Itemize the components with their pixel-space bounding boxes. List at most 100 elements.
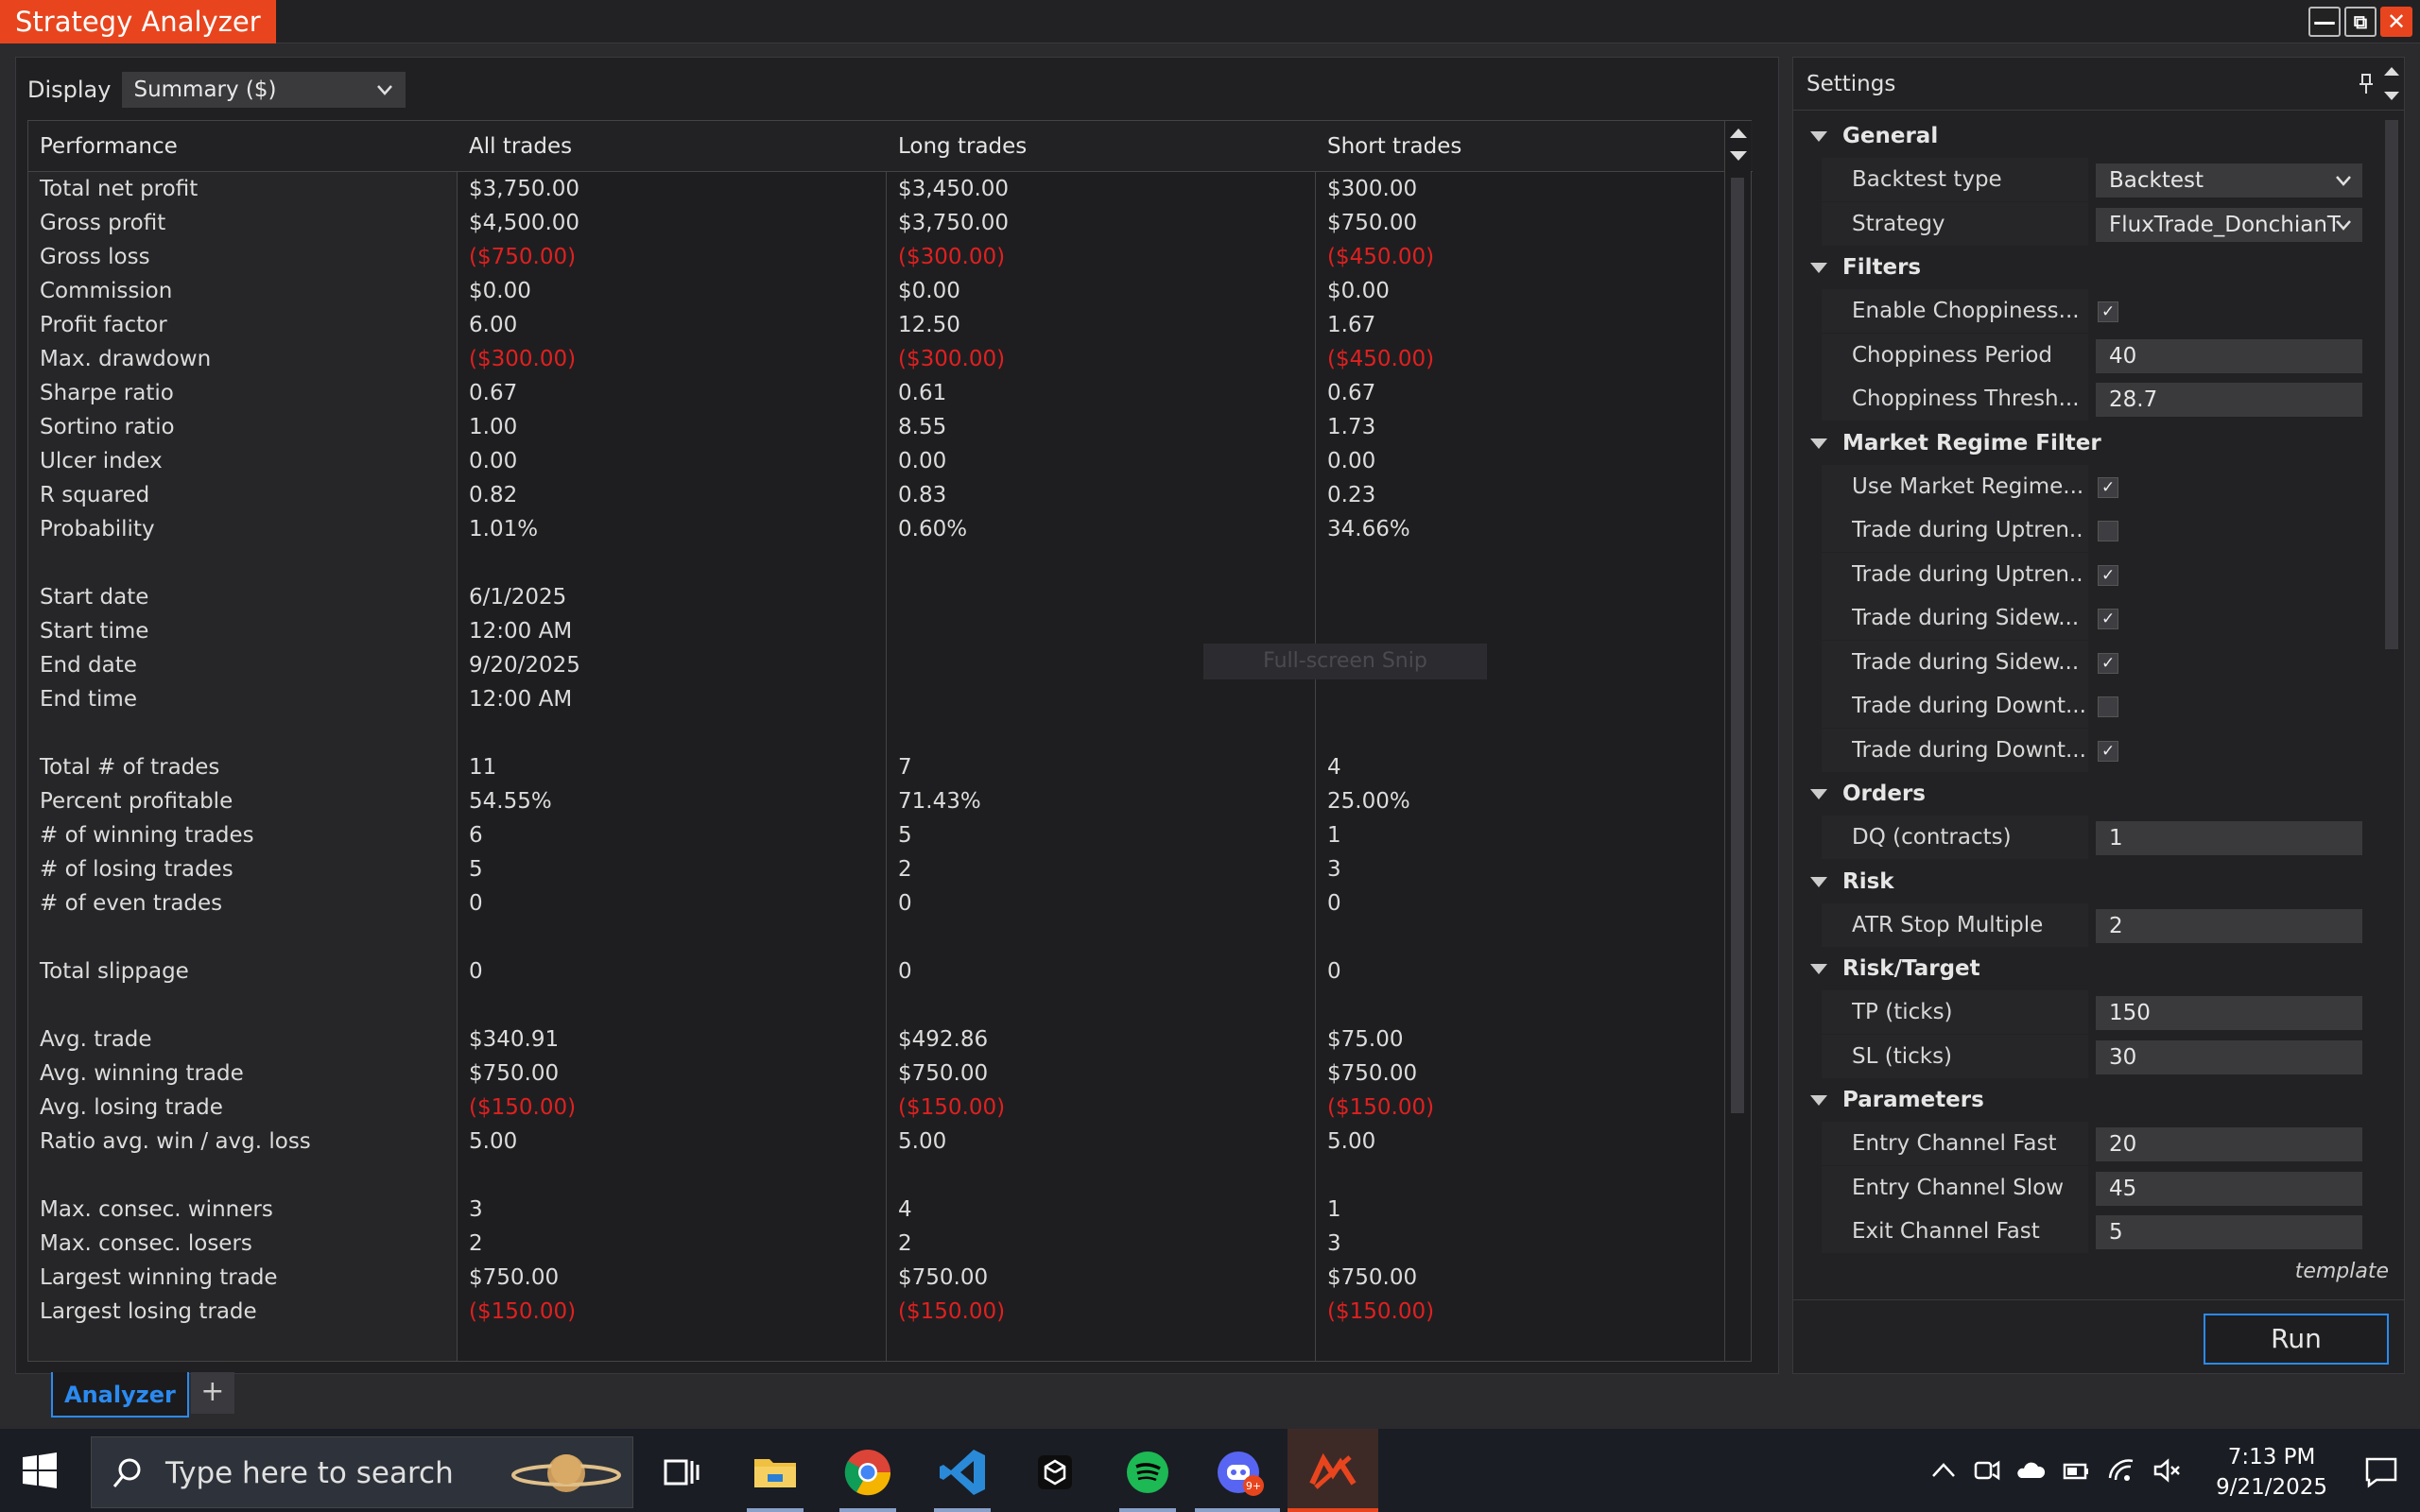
template-label[interactable]: template [2295, 1260, 2389, 1283]
collapse-triangle-icon[interactable] [1810, 438, 1827, 449]
property-row: Choppiness Thresh... 28.7 [1793, 377, 2379, 421]
header-long-trades[interactable]: Long trades [898, 121, 1027, 172]
app-cube-icon[interactable] [1028, 1446, 1081, 1499]
metric-value: ($150.00) [898, 1095, 1006, 1120]
property-grid: General Backtest type Backtest Strategy Flux… [1793, 114, 2379, 1296]
property-checkbox[interactable]: ✓ [2098, 609, 2118, 629]
scroll-thumb[interactable] [1731, 178, 1744, 1113]
metric-value: $750.00 [1327, 1061, 1418, 1086]
windows-start-icon[interactable] [21, 1452, 59, 1489]
property-checkbox[interactable] [2098, 521, 2118, 541]
property-checkbox[interactable]: ✓ [2098, 476, 2118, 498]
property-checkbox[interactable]: ✓ [2098, 740, 2118, 762]
collapse-triangle-icon[interactable] [1810, 789, 1827, 799]
settings-category[interactable]: Risk [1793, 860, 2379, 903]
spotify-open-indicator [1119, 1508, 1176, 1512]
settings-category[interactable]: Market Regime Filter [1793, 421, 2379, 465]
collapse-triangle-icon[interactable] [1810, 876, 1827, 887]
tab-analyzer[interactable]: Analyzer [51, 1372, 189, 1418]
settings-category[interactable]: General [1793, 114, 2379, 158]
taskbar-clock[interactable]: 7:13 PM 9/21/2025 [2216, 1442, 2327, 1503]
chevron-up-icon[interactable] [1928, 1455, 1959, 1486]
chrome-icon[interactable] [841, 1446, 894, 1499]
file-explorer-icon[interactable] [749, 1446, 802, 1499]
property-label: Exit Channel Fast [1852, 1219, 2040, 1244]
trading-app-icon[interactable] [1306, 1446, 1359, 1499]
property-value: Backtest [2109, 168, 2204, 193]
vscode-icon[interactable] [936, 1446, 989, 1499]
metric-label: # of winning trades [40, 823, 254, 848]
property-input[interactable]: 30 [2096, 1040, 2362, 1074]
task-view-icon[interactable] [654, 1446, 707, 1499]
taskbar-search[interactable]: Type here to search [91, 1436, 633, 1508]
scroll-thumb[interactable] [2385, 120, 2398, 649]
speaker-muted-icon[interactable] [2152, 1455, 2182, 1486]
spotify-icon[interactable] [1121, 1446, 1174, 1499]
metric-label: Max. consec. winners [40, 1197, 273, 1222]
scroll-up-icon[interactable] [2384, 67, 2399, 76]
minimize-button[interactable]: — [2308, 7, 2341, 37]
header-short-trades[interactable]: Short trades [1327, 121, 1461, 172]
performance-grid: Performance All trades Long trades Short… [27, 120, 1753, 1362]
metric-label: # of losing trades [40, 857, 233, 882]
close-button[interactable]: ✕ [2380, 7, 2412, 37]
meet-now-icon[interactable] [1972, 1455, 2002, 1486]
wifi-icon[interactable] [2106, 1455, 2136, 1486]
settings-category[interactable]: Parameters [1793, 1078, 2379, 1122]
add-tab-button[interactable]: + [190, 1372, 234, 1414]
pin-icon[interactable] [2357, 73, 2376, 95]
collapse-triangle-icon[interactable] [1810, 131, 1827, 142]
metric-label: End time [40, 687, 137, 712]
header-performance[interactable]: Performance [40, 121, 178, 172]
onedrive-cloud-icon[interactable] [2015, 1455, 2046, 1486]
chevron-down-icon [2336, 219, 2351, 231]
property-input[interactable]: 2 [2096, 908, 2362, 943]
metric-value: 0 [469, 959, 483, 984]
metric-label: Start time [40, 619, 149, 644]
property-select[interactable]: FluxTrade_DonchianT [2096, 207, 2362, 242]
property-checkbox[interactable]: ✓ [2098, 564, 2118, 586]
scroll-down-icon[interactable] [1730, 151, 1747, 161]
restore-button[interactable]: ⧉ [2344, 7, 2377, 37]
notification-icon[interactable] [2363, 1453, 2399, 1489]
checkmark-icon: ✓ [2101, 741, 2116, 761]
metric-value: $750.00 [469, 1265, 560, 1290]
table-row: Max. drawdown ($300.00) ($300.00) ($450.00) [28, 342, 1753, 376]
grid-scrollbar[interactable] [1724, 121, 1751, 1361]
metric-value: 0 [1327, 959, 1341, 984]
metric-value: 3 [1327, 857, 1341, 882]
discord-icon[interactable]: 9+ [1214, 1446, 1267, 1499]
explorer-open-indicator [747, 1508, 804, 1512]
settings-category[interactable]: Orders [1793, 772, 2379, 816]
property-input[interactable]: 45 [2096, 1171, 2362, 1206]
metric-value: 5 [898, 823, 912, 848]
settings-category[interactable]: Risk/Target [1793, 947, 2379, 990]
table-row: # of winning trades 6 5 1 [28, 818, 1753, 852]
chevron-down-icon [377, 85, 393, 95]
header-all-trades[interactable]: All trades [469, 121, 572, 172]
battery-icon[interactable] [2061, 1455, 2091, 1486]
collapse-triangle-icon[interactable] [1810, 964, 1827, 974]
table-row: Max. consec. losers 2 2 3 [28, 1227, 1753, 1261]
property-checkbox[interactable] [2098, 696, 2118, 717]
property-checkbox[interactable]: ✓ [2098, 652, 2118, 674]
property-input[interactable]: 40 [2096, 338, 2362, 373]
run-button[interactable]: Run [2204, 1314, 2389, 1365]
property-input[interactable]: 5 [2096, 1215, 2362, 1249]
scroll-down-icon[interactable] [2384, 92, 2399, 100]
property-input[interactable]: 150 [2096, 996, 2362, 1030]
property-select[interactable]: Backtest [2096, 163, 2362, 198]
settings-scrollbar[interactable] [2379, 58, 2404, 1296]
grid-header: Performance All trades Long trades Short… [28, 121, 1753, 172]
collapse-triangle-icon[interactable] [1810, 263, 1827, 273]
collapse-triangle-icon[interactable] [1810, 1095, 1827, 1106]
property-label: Choppiness Thresh... [1852, 387, 2080, 411]
property-checkbox[interactable]: ✓ [2098, 301, 2118, 322]
display-select[interactable]: Summary ($) [122, 72, 406, 108]
settings-category[interactable]: Filters [1793, 246, 2379, 289]
property-input[interactable]: 28.7 [2096, 383, 2362, 417]
property-input[interactable]: 1 [2096, 821, 2362, 855]
property-input[interactable]: 20 [2096, 1127, 2362, 1161]
property-row: TP (ticks) 150 [1793, 990, 2379, 1035]
scroll-up-icon[interactable] [1730, 129, 1747, 138]
